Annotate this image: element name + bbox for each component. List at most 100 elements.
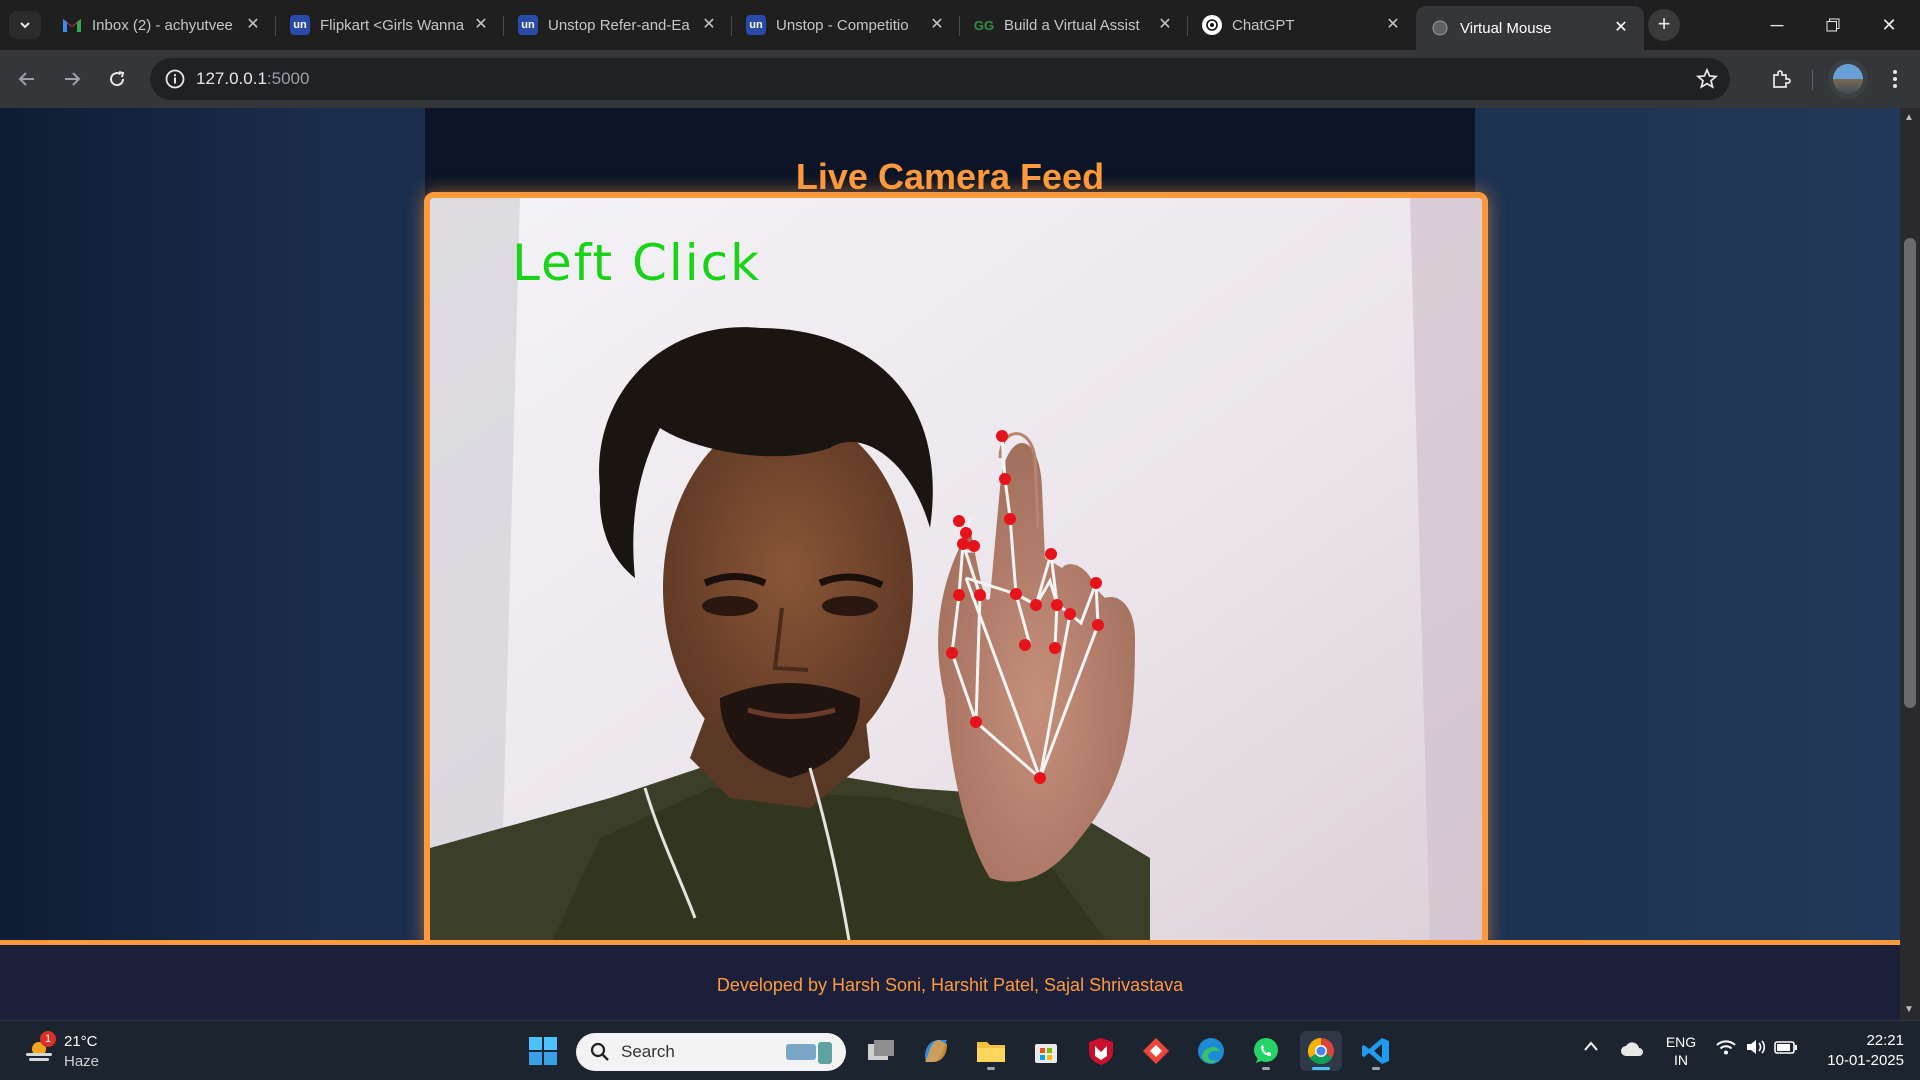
weather-temp: 21°C (64, 1033, 98, 1050)
profile-avatar[interactable] (1828, 59, 1868, 99)
anydesk-button[interactable] (1135, 1031, 1177, 1071)
address-bar[interactable]: 127.0.0.1:5000 (150, 58, 1730, 100)
gmail-icon (62, 15, 82, 35)
minimize-icon: ─ (1770, 14, 1784, 35)
back-button[interactable] (10, 62, 44, 96)
edge-button[interactable] (1190, 1031, 1232, 1071)
tab-title: Inbox (2) - achyutvee (92, 16, 233, 34)
close-icon[interactable]: ✕ (1612, 19, 1630, 37)
language-indicator[interactable]: ENG IN (1664, 1033, 1698, 1069)
edge-icon (1198, 1038, 1224, 1064)
windows-taskbar: 1 21°C Haze Search ENG IN 22:21 10-01-20… (0, 1020, 1920, 1080)
puzzle-icon (1773, 70, 1791, 88)
copilot-button[interactable] (915, 1031, 957, 1071)
unstop-icon: un (518, 15, 538, 35)
task-view-button[interactable] (860, 1031, 902, 1071)
close-window-button[interactable]: ✕ (1861, 0, 1917, 50)
tab-build-assistant[interactable]: GG Build a Virtual Assist ✕ (960, 6, 1188, 44)
chrome-icon (1307, 1037, 1334, 1065)
running-indicator (1372, 1067, 1380, 1070)
search-icon (590, 1042, 609, 1061)
start-button[interactable] (522, 1031, 564, 1071)
url-text: 127.0.0.1:5000 (196, 69, 309, 89)
browser-toolbar: 127.0.0.1:5000 (0, 50, 1920, 108)
bookmark-star-icon[interactable] (1696, 68, 1718, 90)
url-host: 127.0.0.1 (196, 69, 267, 88)
close-icon[interactable]: ✕ (244, 16, 262, 34)
close-icon[interactable]: ✕ (700, 16, 718, 34)
camera-feed-image (430, 198, 1482, 946)
url-port: :5000 (266, 69, 310, 88)
file-explorer-button[interactable] (970, 1031, 1012, 1071)
volume-icon[interactable] (1745, 1039, 1767, 1058)
mcafee-button[interactable] (1080, 1031, 1122, 1071)
tab-title: Build a Virtual Assist (1004, 16, 1140, 34)
chrome-button[interactable] (1300, 1031, 1342, 1071)
close-icon[interactable]: ✕ (1384, 16, 1402, 34)
tab-title: ChatGPT (1232, 16, 1295, 34)
unstop-icon: un (290, 15, 310, 35)
battery-icon[interactable] (1774, 1039, 1798, 1058)
arrow-right-icon (65, 72, 81, 86)
page-footer: Developed by Harsh Soni, Harshit Patel, … (0, 940, 1900, 1020)
tab-unstop-refer[interactable]: un Unstop Refer-and-Ea ✕ (504, 6, 732, 44)
tab-virtual-mouse[interactable]: Virtual Mouse ✕ (1416, 6, 1644, 50)
close-icon[interactable]: ✕ (1156, 16, 1174, 34)
close-icon: ✕ (1881, 14, 1897, 35)
clock-time: 22:21 (1866, 1032, 1904, 1049)
unstop-icon: un (746, 15, 766, 35)
arrow-left-icon (18, 72, 34, 86)
microsoft-store-button[interactable] (1025, 1031, 1067, 1071)
new-tab-button[interactable]: + (1648, 9, 1680, 41)
page-scrollbar[interactable]: ▲ ▼ (1900, 108, 1920, 1020)
show-hidden-icons-button[interactable] (1583, 1039, 1599, 1055)
globe-icon (1430, 18, 1450, 38)
onedrive-icon[interactable] (1620, 1041, 1644, 1060)
notification-badge: 1 (40, 1031, 56, 1047)
gfg-icon: GG (973, 17, 995, 33)
tab-strip: Inbox (2) - achyutvee ✕ un Flipkart <Gir… (0, 0, 1920, 50)
forward-button[interactable] (55, 62, 89, 96)
whatsapp-button[interactable] (1245, 1031, 1287, 1071)
scroll-up-icon[interactable]: ▲ (1904, 112, 1914, 123)
system-clock[interactable]: 22:21 10-01-2025 (1814, 1031, 1904, 1071)
running-indicator (1262, 1067, 1270, 1070)
vscode-button[interactable] (1355, 1031, 1397, 1071)
browser-menu-button[interactable] (1880, 64, 1910, 94)
taskbar-search[interactable]: Search (576, 1033, 846, 1071)
tab-search-button[interactable] (9, 11, 41, 39)
scrollbar-thumb[interactable] (1904, 238, 1916, 708)
tab-chatgpt[interactable]: ChatGPT ✕ (1188, 6, 1416, 44)
restore-icon (1826, 18, 1840, 32)
windows-logo-icon (529, 1037, 557, 1065)
wifi-icon[interactable] (1716, 1039, 1736, 1058)
chevron-down-icon (20, 22, 30, 29)
language-code: ENG (1665, 1034, 1697, 1050)
minimize-button[interactable]: ─ (1749, 0, 1805, 50)
tab-title: Virtual Mouse (1460, 19, 1552, 37)
whatsapp-icon (1254, 1038, 1278, 1063)
running-indicator (987, 1067, 995, 1070)
chatgpt-icon (1202, 15, 1222, 35)
diamond-icon (1143, 1038, 1169, 1064)
reload-button[interactable] (100, 62, 134, 96)
site-info-icon[interactable] (164, 68, 186, 90)
close-icon[interactable]: ✕ (928, 16, 946, 34)
restore-button[interactable] (1805, 0, 1861, 50)
tab-unstop-competition[interactable]: un Unstop - Competitio ✕ (732, 6, 960, 44)
scroll-down-icon[interactable]: ▼ (1904, 1004, 1914, 1015)
tab-flipkart[interactable]: un Flipkart <Girls Wanna ✕ (276, 6, 504, 44)
camera-feed-frame: Left Click (424, 192, 1488, 952)
more-vertical-icon (1893, 70, 1897, 88)
footer-credits: Developed by Harsh Soni, Harshit Patel, … (716, 975, 1184, 995)
close-icon[interactable]: ✕ (472, 16, 490, 34)
extensions-button[interactable] (1766, 64, 1796, 94)
chevron-up-icon (1584, 1041, 1598, 1051)
tab-title: Flipkart <Girls Wanna (320, 16, 465, 34)
tab-title: Unstop - Competitio (776, 16, 909, 34)
search-highlight-icon (786, 1042, 832, 1064)
weather-widget[interactable]: 1 21°C Haze (20, 1029, 140, 1073)
tab-gmail[interactable]: Inbox (2) - achyutvee ✕ (48, 6, 276, 44)
search-label: Search (621, 1042, 675, 1061)
reload-icon (110, 71, 125, 87)
